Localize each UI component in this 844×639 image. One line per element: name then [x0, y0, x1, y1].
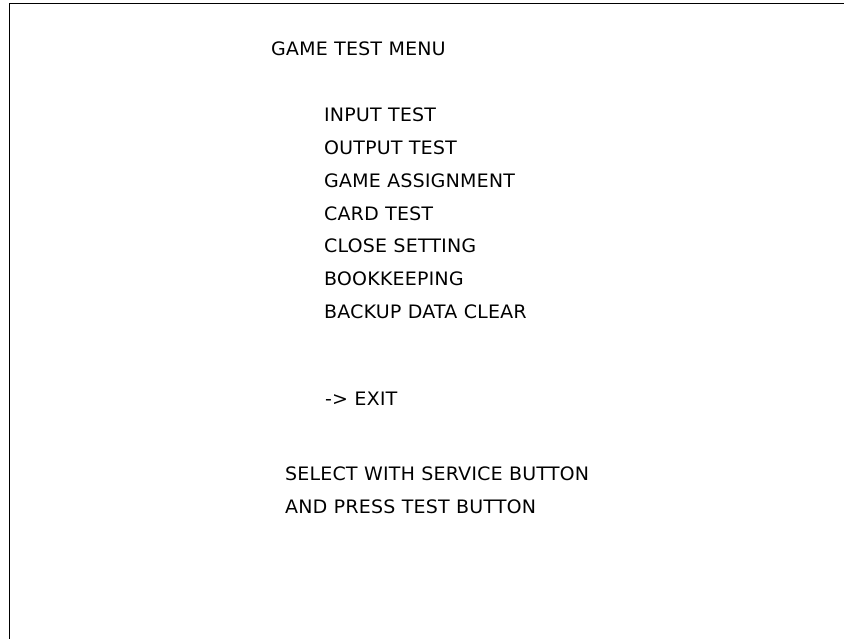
menu-title: GAME TEST MENU [271, 38, 446, 60]
menu-item-close-setting[interactable]: CLOSE SETTING [324, 235, 476, 257]
menu-item-card-test[interactable]: CARD TEST [324, 203, 433, 225]
menu-item-output-test[interactable]: OUTPUT TEST [324, 137, 457, 159]
instruction-line-2: AND PRESS TEST BUTTON [285, 496, 537, 518]
exit-label: EXIT [354, 388, 398, 410]
selection-cursor: -> [324, 388, 349, 410]
menu-item-input-test[interactable]: INPUT TEST [324, 104, 436, 126]
instruction-line-1: SELECT WITH SERVICE BUTTON [285, 463, 590, 485]
menu-item-exit[interactable]: -> EXIT [300, 366, 397, 432]
menu-item-bookkeeping[interactable]: BOOKKEEPING [324, 268, 464, 290]
menu-item-game-assignment[interactable]: GAME ASSIGNMENT [324, 170, 515, 192]
test-menu-screen: GAME TEST MENU INPUT TEST OUTPUT TEST GA… [9, 3, 844, 639]
menu-item-backup-data-clear[interactable]: BACKUP DATA CLEAR [324, 301, 527, 323]
